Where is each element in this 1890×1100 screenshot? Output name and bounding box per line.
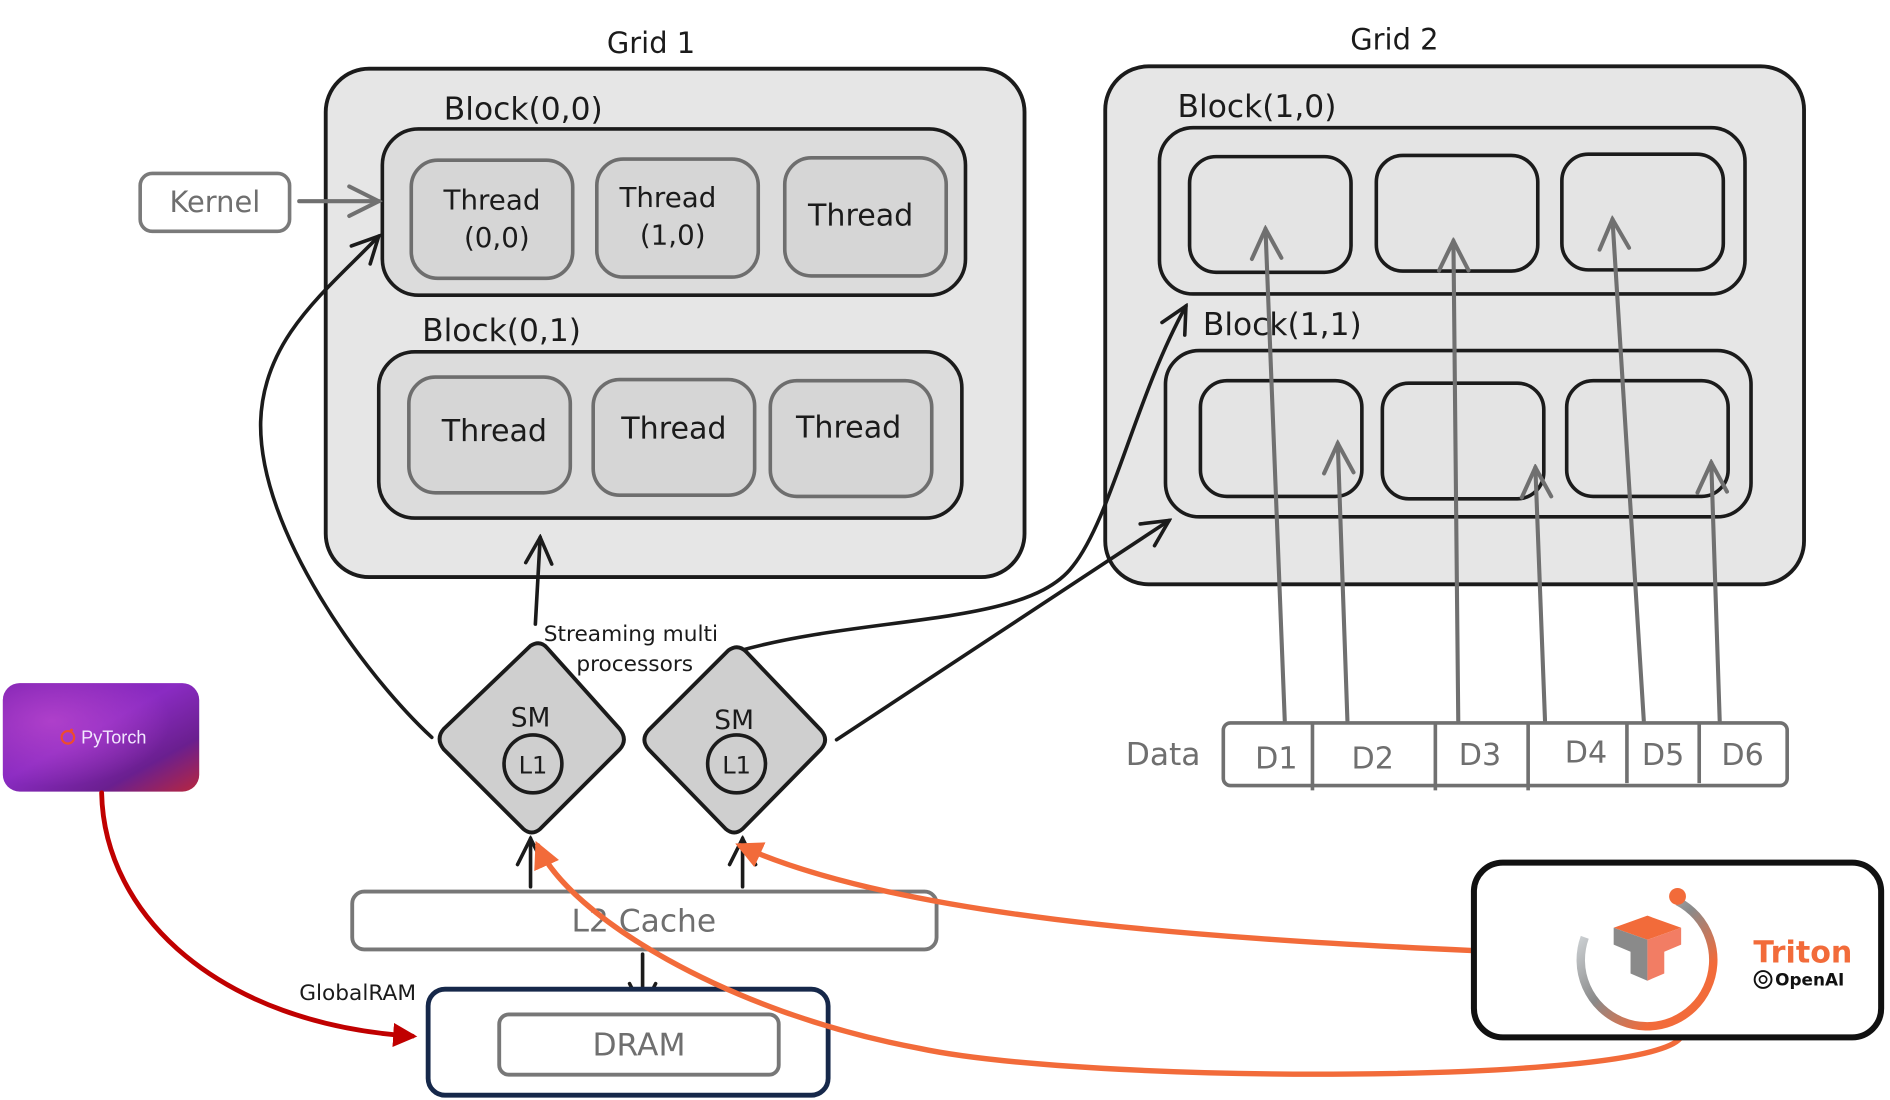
data-cell: D5 <box>1642 738 1684 773</box>
block-1-0-label: Block(1,0) <box>1178 89 1337 125</box>
thread-label: Thread <box>807 198 913 233</box>
data-cell: D2 <box>1352 742 1394 777</box>
thread-slot <box>1560 152 1726 272</box>
kernel-label: Kernel <box>169 185 260 219</box>
gpu-architecture-diagram: Grid 1 Block(0,0) Thread (0,0) Thread (1… <box>2 22 1885 1098</box>
thread-label: Thread <box>795 410 901 445</box>
thread-card: Thread <box>782 156 949 278</box>
global-ram-annotation: GlobalRAM <box>299 981 416 1006</box>
thread-card: Thread (0,0) <box>409 158 575 281</box>
pytorch-label: PyTorch <box>81 727 146 747</box>
sm-label: SM <box>511 703 551 734</box>
thread-label: Thread <box>618 181 716 214</box>
thread-slot <box>1564 378 1730 499</box>
sm-caption-line-2: processors <box>576 652 693 677</box>
thread-index: (0,0) <box>464 221 530 254</box>
thread-card: Thread <box>407 375 573 495</box>
data-cell: D3 <box>1459 738 1501 773</box>
triton-label: Triton <box>1753 936 1852 971</box>
l2-cache: L2 Cache <box>350 889 939 952</box>
thread-label: Thread <box>620 412 726 447</box>
dram-label: DRAM <box>592 1027 685 1063</box>
data-cell: D4 <box>1565 736 1607 771</box>
thread-slot <box>1380 381 1546 501</box>
data-label: Data <box>1126 737 1201 773</box>
l1-label: L1 <box>722 751 751 779</box>
data-strip <box>1221 721 1789 788</box>
thread-card: Thread <box>768 378 934 499</box>
block-0-1-label: Block(0,1) <box>422 313 581 349</box>
thread-card: Thread <box>591 377 757 497</box>
thread-slot <box>1187 154 1353 275</box>
grid-1-title: Grid 1 <box>607 26 695 60</box>
block-0-0-label: Block(0,0) <box>444 91 603 127</box>
thread-index: (1,0) <box>640 219 706 252</box>
thread-card: Thread (1,0) <box>595 157 761 279</box>
thread-slot <box>1374 153 1540 273</box>
data-cell: D6 <box>1721 738 1763 773</box>
thread-label: Thread <box>441 414 547 449</box>
sm-label: SM <box>714 705 754 736</box>
thread-box <box>409 158 575 281</box>
triton-badge: Triton OpenAI <box>1470 859 1885 1041</box>
sm-caption-line-1: Streaming multi <box>544 622 718 647</box>
grid-2-title: Grid 2 <box>1350 22 1438 56</box>
openai-label: OpenAI <box>1775 970 1844 990</box>
thread-label: Thread <box>443 184 541 217</box>
pytorch-badge: PyTorch <box>2 683 200 792</box>
l1-label: L1 <box>519 751 548 779</box>
grid-1: Grid 1 Block(0,0) Thread (0,0) Thread (1… <box>323 26 1027 580</box>
data-array: Data D1 D2 D3 D4 D5 D6 <box>1126 721 1789 791</box>
data-cell: D1 <box>1255 742 1297 777</box>
block-1-1-label: Block(1,1) <box>1203 307 1362 343</box>
